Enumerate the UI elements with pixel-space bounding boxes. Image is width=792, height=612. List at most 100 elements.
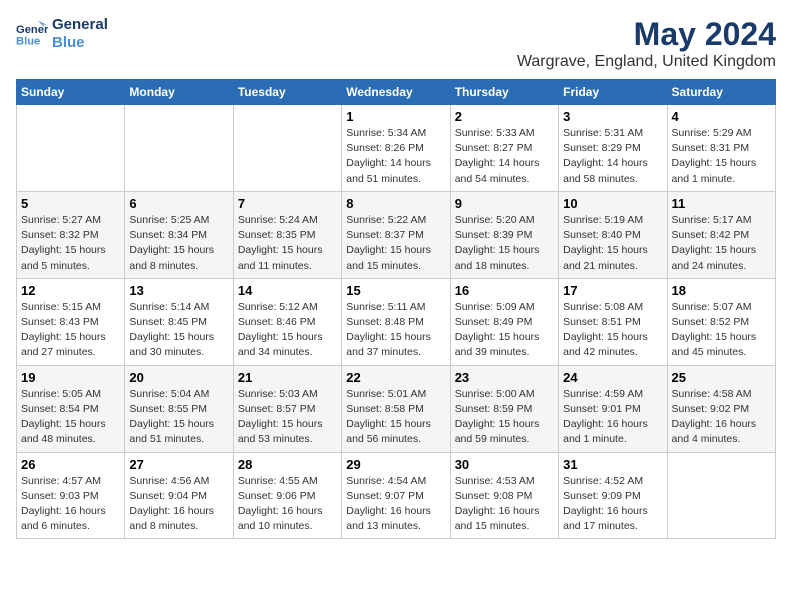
table-row: 8 Sunrise: 5:22 AMSunset: 8:37 PMDaylight… [342,191,450,278]
day-info: Sunrise: 5:09 AMSunset: 8:49 PMDaylight:… [455,300,554,361]
header-monday: Monday [125,80,233,105]
day-number: 24 [563,370,662,385]
day-info: Sunrise: 5:25 AMSunset: 8:34 PMDaylight:… [129,213,228,274]
day-number: 17 [563,283,662,298]
day-number: 27 [129,457,228,472]
table-row: 20 Sunrise: 5:04 AMSunset: 8:55 PMDayligh… [125,365,233,452]
day-info: Sunrise: 4:53 AMSunset: 9:08 PMDaylight:… [455,474,554,535]
day-info: Sunrise: 5:08 AMSunset: 8:51 PMDaylight:… [563,300,662,361]
day-number: 13 [129,283,228,298]
table-row: 30 Sunrise: 4:53 AMSunset: 9:08 PMDayligh… [450,452,558,539]
day-info: Sunrise: 4:52 AMSunset: 9:09 PMDaylight:… [563,474,662,535]
table-row: 31 Sunrise: 4:52 AMSunset: 9:09 PMDayligh… [559,452,667,539]
day-number: 7 [238,196,337,211]
day-info: Sunrise: 5:04 AMSunset: 8:55 PMDaylight:… [129,387,228,448]
table-row: 19Sunrise: 5:05 AMSunset: 8:54 PMDayligh… [17,365,125,452]
day-number: 4 [672,109,771,124]
day-number: 12 [21,283,120,298]
table-row [667,452,775,539]
calendar-week-row: 26Sunrise: 4:57 AMSunset: 9:03 PMDayligh… [17,452,776,539]
day-number: 29 [346,457,445,472]
logo: General Blue General Blue [16,16,108,52]
table-row: 4Sunrise: 5:29 AMSunset: 8:31 PMDaylight… [667,105,775,192]
day-number: 15 [346,283,445,298]
table-row: 26Sunrise: 4:57 AMSunset: 9:03 PMDayligh… [17,452,125,539]
table-row: 25 Sunrise: 4:58 AMSunset: 9:02 PMDayligh… [667,365,775,452]
day-info: Sunrise: 5:07 AMSunset: 8:52 PMDaylight:… [672,300,771,361]
day-number: 16 [455,283,554,298]
day-number: 11 [672,196,771,211]
day-info: Sunrise: 5:34 AMSunset: 8:26 PMDaylight:… [346,126,445,187]
day-number: 1 [346,109,445,124]
table-row: 22 Sunrise: 5:01 AMSunset: 8:58 PMDayligh… [342,365,450,452]
calendar-title: May 2024 [517,16,776,53]
day-number: 6 [129,196,228,211]
table-row: 6 Sunrise: 5:25 AMSunset: 8:34 PMDaylight… [125,191,233,278]
day-number: 5 [21,196,120,211]
day-info: Sunrise: 5:20 AMSunset: 8:39 PMDaylight:… [455,213,554,274]
day-info: Sunrise: 5:11 AMSunset: 8:48 PMDaylight:… [346,300,445,361]
svg-text:General: General [16,24,48,36]
day-number: 30 [455,457,554,472]
header-sunday: Sunday [17,80,125,105]
day-number: 9 [455,196,554,211]
day-info: Sunrise: 5:22 AMSunset: 8:37 PMDaylight:… [346,213,445,274]
day-info: Sunrise: 4:59 AMSunset: 9:01 PMDaylight:… [563,387,662,448]
table-row: 11Sunrise: 5:17 AMSunset: 8:42 PMDayligh… [667,191,775,278]
day-number: 31 [563,457,662,472]
day-info: Sunrise: 5:15 AMSunset: 8:43 PMDaylight:… [21,300,120,361]
day-number: 20 [129,370,228,385]
day-number: 14 [238,283,337,298]
table-row: 14 Sunrise: 5:12 AMSunset: 8:46 PMDayligh… [233,278,341,365]
day-info: Sunrise: 4:54 AMSunset: 9:07 PMDaylight:… [346,474,445,535]
logo-icon: General Blue [16,20,48,48]
header-thursday: Thursday [450,80,558,105]
table-row: 12 Sunrise: 5:15 AMSunset: 8:43 PMDayligh… [17,278,125,365]
title-block: May 2024 Wargrave, England, United Kingd… [517,16,776,71]
calendar-week-row: 19Sunrise: 5:05 AMSunset: 8:54 PMDayligh… [17,365,776,452]
day-number: 23 [455,370,554,385]
day-info: Sunrise: 5:01 AMSunset: 8:58 PMDaylight:… [346,387,445,448]
table-row [125,105,233,192]
table-row: 13 Sunrise: 5:14 AMSunset: 8:45 PMDayligh… [125,278,233,365]
table-row: 7 Sunrise: 5:24 AMSunset: 8:35 PMDaylight… [233,191,341,278]
day-info: Sunrise: 5:14 AMSunset: 8:45 PMDaylight:… [129,300,228,361]
day-number: 28 [238,457,337,472]
page-header: General Blue General Blue May 2024 Wargr… [16,16,776,71]
header-friday: Friday [559,80,667,105]
day-number: 22 [346,370,445,385]
day-number: 21 [238,370,337,385]
day-number: 25 [672,370,771,385]
calendar-table: Sunday Monday Tuesday Wednesday Thursday… [16,79,776,539]
table-row: 28Sunrise: 4:55 AMSunset: 9:06 PMDayligh… [233,452,341,539]
calendar-subtitle: Wargrave, England, United Kingdom [517,53,776,71]
svg-text:Blue: Blue [16,35,40,47]
table-row: 27Sunrise: 4:56 AMSunset: 9:04 PMDayligh… [125,452,233,539]
table-row: 29 Sunrise: 4:54 AMSunset: 9:07 PMDayligh… [342,452,450,539]
day-info: Sunrise: 5:19 AMSunset: 8:40 PMDaylight:… [563,213,662,274]
day-number: 26 [21,457,120,472]
table-row: 21Sunrise: 5:03 AMSunset: 8:57 PMDayligh… [233,365,341,452]
day-info: Sunrise: 5:00 AMSunset: 8:59 PMDaylight:… [455,387,554,448]
day-info: Sunrise: 5:12 AMSunset: 8:46 PMDaylight:… [238,300,337,361]
table-row: 16 Sunrise: 5:09 AMSunset: 8:49 PMDayligh… [450,278,558,365]
day-number: 8 [346,196,445,211]
day-number: 3 [563,109,662,124]
table-row: 1 Sunrise: 5:34 AMSunset: 8:26 PMDaylight… [342,105,450,192]
logo-line2: Blue [52,34,108,52]
day-info: Sunrise: 5:33 AMSunset: 8:27 PMDaylight:… [455,126,554,187]
table-row: 2 Sunrise: 5:33 AMSunset: 8:27 PMDaylight… [450,105,558,192]
day-info: Sunrise: 5:31 AMSunset: 8:29 PMDaylight:… [563,126,662,187]
day-number: 19 [21,370,120,385]
day-info: Sunrise: 5:24 AMSunset: 8:35 PMDaylight:… [238,213,337,274]
day-number: 2 [455,109,554,124]
table-row: 5Sunrise: 5:27 AMSunset: 8:32 PMDaylight… [17,191,125,278]
calendar-week-row: 12 Sunrise: 5:15 AMSunset: 8:43 PMDayligh… [17,278,776,365]
header-wednesday: Wednesday [342,80,450,105]
day-info: Sunrise: 4:58 AMSunset: 9:02 PMDaylight:… [672,387,771,448]
weekday-header-row: Sunday Monday Tuesday Wednesday Thursday… [17,80,776,105]
table-row [17,105,125,192]
table-row: 18Sunrise: 5:07 AMSunset: 8:52 PMDayligh… [667,278,775,365]
table-row: 24 Sunrise: 4:59 AMSunset: 9:01 PMDayligh… [559,365,667,452]
header-tuesday: Tuesday [233,80,341,105]
